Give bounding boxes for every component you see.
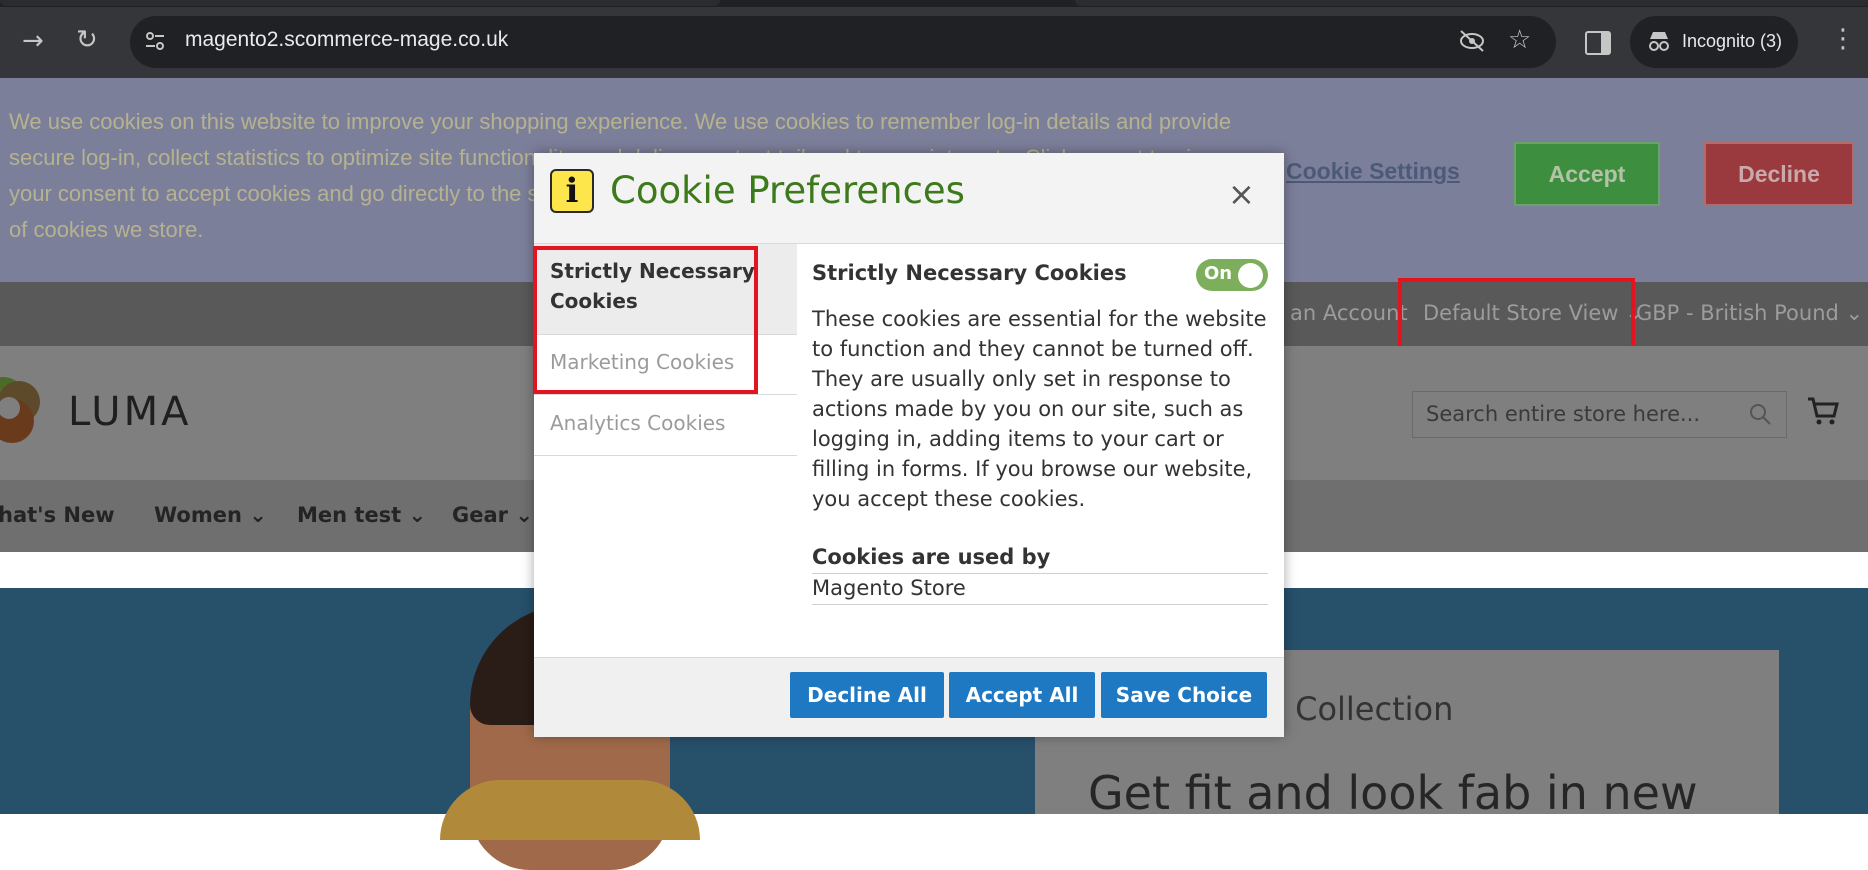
decline-all-button[interactable]: Decline All — [790, 672, 944, 718]
accept-button[interactable]: Accept — [1514, 142, 1660, 206]
nav-label: Men test — [297, 503, 402, 527]
nav-item-women[interactable]: Women ⌄ — [154, 503, 267, 527]
hero-title: Get fit and look fab in new — [1088, 766, 1698, 820]
forward-icon[interactable]: → — [22, 28, 44, 54]
reload-icon[interactable]: ↻ — [76, 27, 98, 53]
site-settings-icon[interactable] — [144, 30, 166, 52]
save-choice-button[interactable]: Save Choice — [1101, 672, 1267, 718]
create-account-link[interactable]: an Account — [1290, 301, 1408, 325]
nav-item-gear[interactable]: Gear ⌄ — [452, 503, 533, 527]
cookie-settings-link[interactable]: Cookie Settings — [1286, 158, 1460, 185]
divider — [812, 573, 1268, 574]
decline-button[interactable]: Decline — [1704, 142, 1854, 206]
search-placeholder: Search entire store here... — [1426, 402, 1701, 426]
currency-switcher[interactable]: GBP - British Pound ⌄ — [1636, 301, 1863, 325]
browser-menu-icon[interactable]: ⋮ — [1830, 26, 1856, 52]
close-icon[interactable]: × — [1228, 178, 1255, 210]
toggle-knob — [1238, 263, 1263, 288]
url-text[interactable]: magento2.scommerce-mage.co.uk — [185, 28, 508, 52]
modal-title: Cookie Preferences — [610, 169, 965, 212]
section-title: Strictly Necessary Cookies — [812, 261, 1127, 285]
used-by-value: Magento Store — [812, 576, 966, 600]
chevron-down-icon: ⌄ — [1845, 301, 1864, 325]
hero-model-shirt — [440, 780, 700, 840]
nav-label: Women — [154, 503, 242, 527]
incognito-label: Incognito (3) — [1682, 31, 1783, 51]
currency-label: GBP - British Pound — [1636, 301, 1839, 325]
nav-item-whats-new[interactable]: hat's New — [0, 503, 115, 527]
highlight-box — [533, 246, 758, 394]
chevron-down-icon: ⌄ — [249, 503, 267, 527]
side-panel-icon[interactable] — [1585, 31, 1611, 55]
luma-logo-icon[interactable] — [0, 377, 46, 443]
browser-tab[interactable] — [0, 0, 720, 6]
section-description: These cookies are essential for the webs… — [812, 307, 1267, 511]
cart-icon[interactable] — [1807, 396, 1839, 430]
toggle-label: On — [1204, 263, 1233, 284]
luma-logo-text[interactable]: LUMA — [68, 389, 191, 435]
browser-tab[interactable] — [1075, 0, 1868, 6]
chevron-down-icon: ⌄ — [515, 503, 533, 527]
accept-all-button[interactable]: Accept All — [949, 672, 1095, 718]
chevron-down-icon: ⌄ — [408, 503, 427, 527]
tab-label: Analytics Cookies — [550, 411, 726, 435]
nav-item-men[interactable]: Men test ⌄ — [297, 503, 426, 527]
used-by-label: Cookies are used by — [812, 545, 1051, 569]
tab-analytics[interactable]: Analytics Cookies — [534, 395, 797, 456]
eye-off-icon[interactable] — [1458, 29, 1486, 57]
info-icon: i — [550, 169, 594, 213]
bookmark-star-icon[interactable]: ☆ — [1508, 27, 1531, 53]
nav-label: Gear — [452, 503, 509, 527]
incognito-icon — [1646, 29, 1672, 57]
search-icon[interactable] — [1748, 402, 1772, 430]
divider — [812, 604, 1268, 605]
